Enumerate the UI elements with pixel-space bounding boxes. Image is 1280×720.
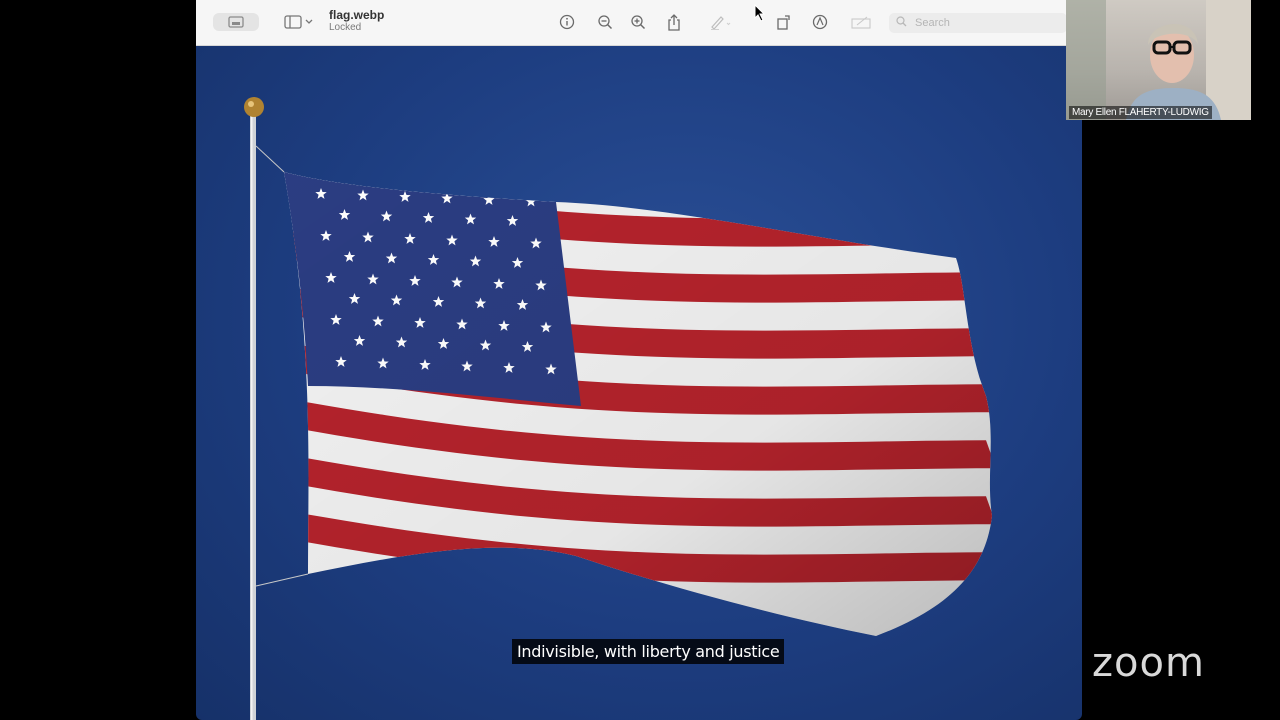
flagpole-finial bbox=[244, 97, 264, 117]
mouse-cursor-icon bbox=[754, 4, 766, 22]
document-name: flag.webp bbox=[329, 8, 385, 22]
caption-text: Indivisible, with liberty and justice bbox=[512, 639, 785, 664]
rotate-icon[interactable] bbox=[774, 10, 794, 34]
zoom-in-icon[interactable] bbox=[628, 10, 648, 34]
highlight-pen-icon[interactable] bbox=[708, 10, 732, 34]
flag-body bbox=[284, 172, 992, 636]
sidebar-toggle-icon[interactable] bbox=[282, 10, 316, 34]
participant-video bbox=[1066, 0, 1251, 120]
document-status: Locked bbox=[329, 22, 362, 34]
search-icon bbox=[896, 14, 907, 32]
signature-icon[interactable] bbox=[850, 10, 874, 34]
participant-video-tile[interactable]: Mary Ellen FLAHERTY-LUDWIG bbox=[1066, 0, 1251, 120]
preview-window: flag.webp Locked Search Indivisible, wit… bbox=[196, 0, 1082, 720]
search-field[interactable] bbox=[889, 13, 1067, 33]
flag-image bbox=[244, 97, 992, 720]
search-input[interactable] bbox=[913, 16, 1057, 30]
flagpole bbox=[250, 116, 256, 720]
preview-toolbar: flag.webp Locked bbox=[196, 0, 1082, 46]
info-icon[interactable] bbox=[557, 10, 577, 34]
participant-name: Mary Ellen FLAHERTY-LUDWIG bbox=[1069, 106, 1212, 119]
zoom-logo: zoom bbox=[1092, 640, 1205, 686]
markup-toolbar-toggle-icon[interactable] bbox=[213, 13, 259, 31]
document-title: flag.webp Locked bbox=[329, 8, 385, 34]
zoom-out-icon[interactable] bbox=[595, 10, 615, 34]
share-icon[interactable] bbox=[664, 10, 684, 34]
markup-icon[interactable] bbox=[810, 10, 830, 34]
image-viewer: Indivisible, with liberty and justice bbox=[196, 46, 1082, 720]
